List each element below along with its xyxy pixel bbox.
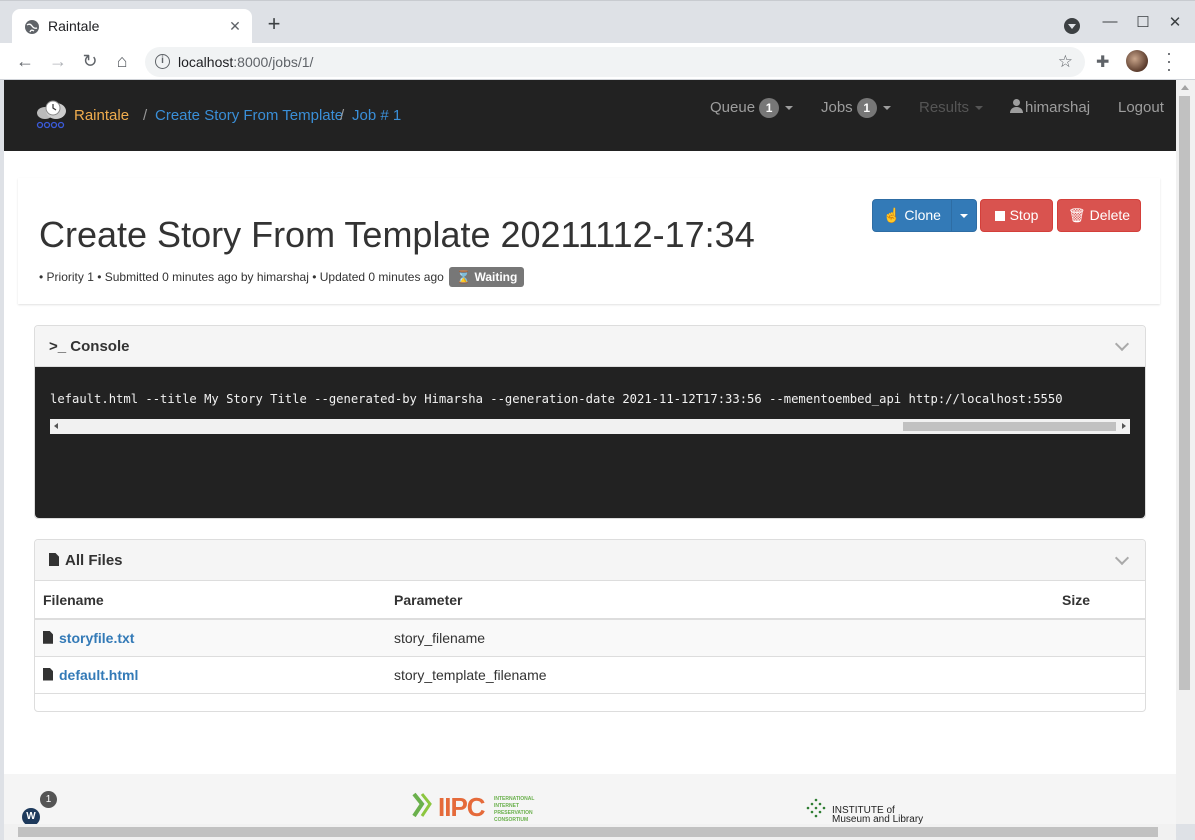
parameter-cell: story_filename xyxy=(386,618,1054,656)
stop-icon xyxy=(994,211,1005,221)
home-icon[interactable]: ⌂ xyxy=(110,49,134,73)
file-icon xyxy=(43,630,53,644)
top-navbar: Raintale / Create Story From Template / … xyxy=(4,80,1176,151)
browser-tabstrip: Raintale ✕ + — ☐ ✕ xyxy=(0,0,1195,44)
table-row: storyfile.txt story_filename xyxy=(35,618,1145,656)
jobs-count-badge: 1 xyxy=(856,98,877,118)
console-panel-heading[interactable]: >_ Console xyxy=(35,326,1145,367)
file-link[interactable]: default.html xyxy=(59,667,138,683)
reload-icon[interactable]: ↻ xyxy=(78,49,102,73)
url-text: localhost:8000/jobs/1/ xyxy=(178,54,314,70)
breadcrumb-template[interactable]: Create Story From Template xyxy=(155,107,343,124)
breadcrumb-separator: / xyxy=(143,107,148,124)
column-header-parameter: Parameter xyxy=(386,581,1054,620)
file-link[interactable]: storyfile.txt xyxy=(59,630,134,646)
chevron-down-icon xyxy=(882,106,891,110)
clone-icon: ☝ xyxy=(883,207,901,223)
chevron-down-icon xyxy=(975,106,984,111)
profile-avatar[interactable] xyxy=(1126,50,1148,72)
chevron-down-icon[interactable] xyxy=(1114,550,1130,566)
terminal-icon: >_ xyxy=(49,338,67,355)
files-table: Filename Parameter Size storyfile.txt st… xyxy=(35,581,1145,711)
raintale-logo-icon xyxy=(36,100,66,129)
queue-dropdown[interactable]: Queue 1 xyxy=(710,98,794,118)
page-title: Create Story From Template 20211112-17:3… xyxy=(39,214,755,255)
breadcrumb-job[interactable]: Job # 1 xyxy=(352,107,401,124)
table-row: default.html story_template_filename xyxy=(35,655,1145,693)
console-horizontal-scrollbar[interactable] xyxy=(50,419,1130,434)
scroll-up-icon[interactable] xyxy=(1181,85,1189,90)
file-icon xyxy=(49,553,59,566)
maximize-icon[interactable]: ☐ xyxy=(1134,13,1152,31)
chevron-down-icon[interactable] xyxy=(1114,336,1130,352)
browser-menu-icon[interactable]: · · · xyxy=(1162,44,1176,78)
tab-title: Raintale xyxy=(48,18,100,34)
trash-icon: 🗑 xyxy=(1067,207,1086,223)
jobs-dropdown[interactable]: Jobs 1 xyxy=(821,98,891,118)
filename-cell: storyfile.txt xyxy=(35,618,386,656)
console-output: lefault.html --title My Story Title --ge… xyxy=(35,367,1145,518)
results-dropdown[interactable]: Results xyxy=(919,98,984,118)
footer: W 1 IIPC INTERNATIONAL INTERNET PRESERVA… xyxy=(4,774,1176,824)
filename-cell: default.html xyxy=(35,655,386,693)
queue-count-badge: 1 xyxy=(759,98,780,118)
size-cell xyxy=(1054,655,1145,693)
back-icon[interactable]: ← xyxy=(13,49,37,73)
delete-button[interactable]: 🗑 Delete xyxy=(1057,199,1141,232)
scrollbar-thumb[interactable] xyxy=(18,827,1158,837)
files-title: All Files xyxy=(49,552,123,569)
size-cell xyxy=(1054,618,1145,656)
stop-button[interactable]: Stop xyxy=(980,199,1053,232)
iipc-mark-icon xyxy=(412,792,432,818)
imls-logo[interactable]: INSTITUTE of Museum and Library xyxy=(802,796,932,824)
clone-button[interactable]: ☝ Clone xyxy=(872,199,952,232)
scrollbar-thumb[interactable] xyxy=(1179,96,1190,690)
close-tab-icon[interactable]: ✕ xyxy=(226,17,244,35)
extensions-puzzle-icon[interactable]: ✚ xyxy=(1096,52,1114,71)
file-icon xyxy=(43,667,53,681)
breadcrumb-separator: / xyxy=(340,107,345,124)
browser-tab[interactable]: Raintale ✕ xyxy=(12,9,252,44)
close-window-icon[interactable]: ✕ xyxy=(1166,13,1184,31)
browser-toolbar: ← → ↻ ⌂ i localhost:8000/jobs/1/ ☆ xyxy=(0,43,1195,80)
chevron-down-icon xyxy=(785,106,794,110)
hourglass-icon: ⌛ xyxy=(456,270,472,284)
wayback-icon[interactable]: W xyxy=(22,808,40,824)
scroll-left-icon[interactable] xyxy=(54,423,58,429)
chevron-down-icon xyxy=(960,214,968,219)
bookmark-star-icon[interactable]: ☆ xyxy=(1058,52,1073,72)
column-header-filename: Filename xyxy=(35,581,386,620)
notification-badge: 1 xyxy=(40,791,57,808)
files-panel: All Files Filename Parameter Size storyf… xyxy=(34,539,1146,712)
job-header: Create Story From Template 20211112-17:3… xyxy=(18,178,1160,304)
address-bar[interactable]: i localhost:8000/jobs/1/ ☆ xyxy=(145,47,1085,77)
console-title: >_ Console xyxy=(49,338,130,355)
imls-mark-icon xyxy=(806,798,826,818)
console-panel: >_ Console lefault.html --title My Story… xyxy=(34,325,1146,519)
user-icon xyxy=(1010,99,1023,113)
parameter-cell: story_template_filename xyxy=(386,655,1054,693)
column-header-size: Size xyxy=(1054,581,1145,620)
minimize-icon[interactable]: — xyxy=(1101,13,1119,30)
logout-link[interactable]: Logout xyxy=(1118,98,1164,118)
page-viewport: Raintale / Create Story From Template / … xyxy=(4,80,1176,824)
scrollbar-thumb[interactable] xyxy=(903,422,1116,431)
forward-icon[interactable]: → xyxy=(46,49,70,73)
files-panel-heading[interactable]: All Files xyxy=(35,540,1145,581)
user-menu[interactable]: himarshaj xyxy=(1010,98,1090,118)
page-vertical-scrollbar[interactable] xyxy=(1176,80,1195,824)
clone-options-button[interactable] xyxy=(951,199,977,232)
console-line: lefault.html --title My Story Title --ge… xyxy=(50,392,1063,406)
job-meta: • Priority 1 • Submitted 0 minutes ago b… xyxy=(39,267,525,287)
new-tab-button[interactable]: + xyxy=(264,13,284,35)
globe-icon xyxy=(25,20,39,34)
iipc-logo[interactable]: IIPC INTERNATIONAL INTERNET PRESERVATION… xyxy=(410,790,540,824)
status-badge: ⌛ Waiting xyxy=(449,267,525,287)
scroll-right-icon[interactable] xyxy=(1122,423,1126,429)
site-info-icon[interactable]: i xyxy=(155,54,170,69)
page-horizontal-scrollbar[interactable] xyxy=(4,824,1176,840)
tab-search-icon[interactable] xyxy=(1064,18,1080,34)
brand-link[interactable]: Raintale xyxy=(74,107,129,124)
